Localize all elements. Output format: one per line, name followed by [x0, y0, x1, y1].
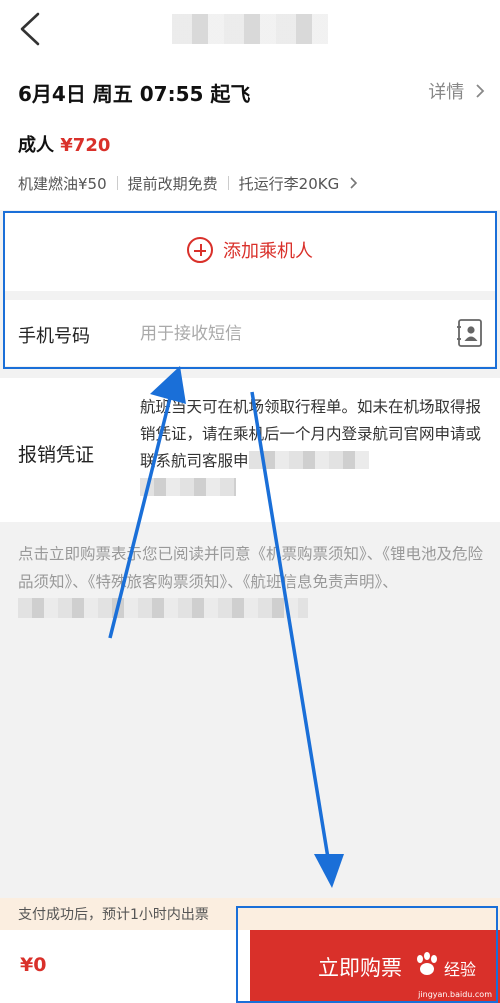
redacted-text [140, 478, 236, 496]
chevron-right-icon [350, 177, 358, 189]
detail-link[interactable]: 详情 [428, 78, 486, 104]
notice-text: 点击立即购票表示您已阅读并同意《机票购票须知》、《锂电池及危险品须知》、《特殊旅… [18, 545, 484, 591]
flight-info-card: 6月4日 周五 07:55 起飞 详情 成人 ¥720 机建燃油¥50 提前改期免… [0, 58, 500, 210]
tag-baggage: 托运行李20KG [238, 175, 340, 193]
chevron-left-icon [20, 12, 40, 46]
detail-label: 详情 [428, 82, 465, 103]
top-bar [0, 0, 500, 58]
ticketing-tip: 支付成功后，预计1小时内出票 [18, 907, 209, 923]
redacted-text [18, 598, 308, 618]
annotation-highlight-box [3, 211, 497, 369]
flight-date-time: 6月4日 周五 07:55 起飞 [18, 82, 251, 106]
page-title-redacted [172, 14, 328, 44]
back-button[interactable] [14, 10, 48, 48]
redacted-text [248, 451, 369, 469]
fare-price: ¥720 [60, 135, 111, 156]
arrow-head-icon [314, 854, 344, 888]
passenger-type: 成人 [18, 135, 54, 156]
total-price: ¥0 [20, 954, 47, 976]
tag-fuel: 机建燃油¥50 [18, 175, 107, 193]
tag-change: 提前改期免费 [127, 175, 218, 193]
chevron-right-icon [476, 84, 485, 98]
annotation-highlight-box [236, 906, 498, 1003]
watermark-site: jingyan.baidu.com [418, 990, 492, 999]
invoice-description: 航班当天可在机场领取行程单。如未在机场取得报销凭证，请在乘机后一个月内登录航司官… [140, 394, 490, 502]
purchase-agreement-notice: 点击立即购票表示您已阅读并同意《机票购票须知》、《锂电池及危险品须知》、《特殊旅… [18, 540, 488, 624]
watermark-logo: 经验 [444, 960, 477, 979]
invoice-label: 报销凭证 [18, 444, 95, 466]
fare-tags[interactable]: 机建燃油¥50 提前改期免费 托运行李20KG [18, 173, 360, 194]
fare-summary: 成人 ¥720 [18, 131, 110, 157]
invoice-section: 报销凭证 航班当天可在机场领取行程单。如未在机场取得报销凭证，请在乘机后一个月内… [0, 378, 500, 522]
baidu-paw-logo-icon [417, 952, 437, 975]
